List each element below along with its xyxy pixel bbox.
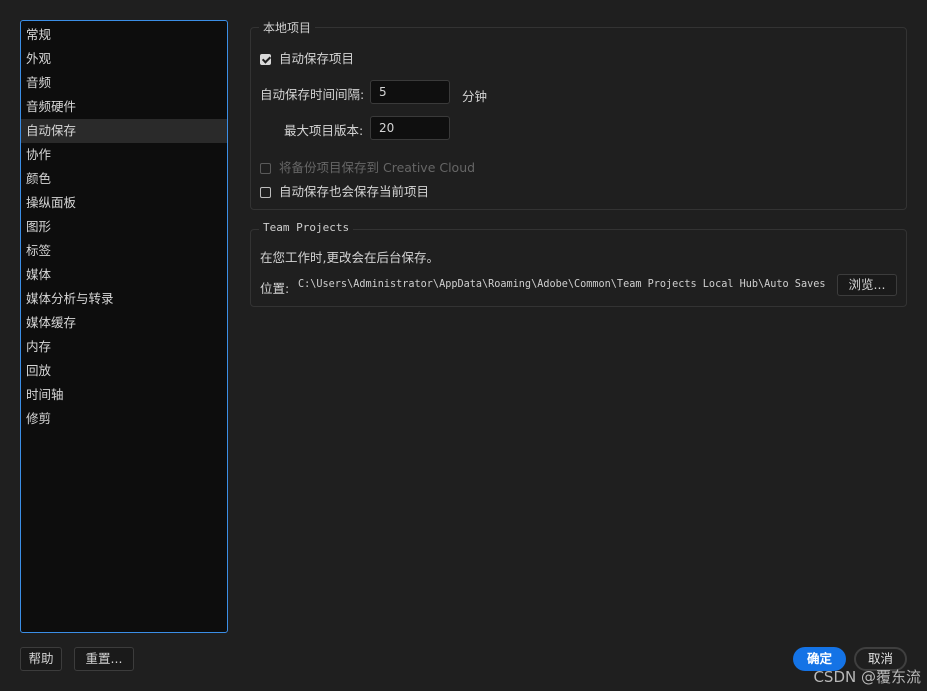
sidebar-item[interactable]: 外观	[21, 47, 227, 71]
sidebar-item[interactable]: 颜色	[21, 167, 227, 191]
max-versions-input[interactable]: 20	[370, 116, 450, 140]
save-current-label: 自动保存也会保存当前项目	[279, 184, 430, 199]
sidebar-item[interactable]: 修剪	[21, 407, 227, 431]
sidebar-item[interactable]: 音频	[21, 71, 227, 95]
interval-label: 自动保存时间间隔:	[260, 87, 365, 102]
help-button[interactable]: 帮助	[20, 647, 62, 671]
location-label: 位置:	[260, 281, 290, 296]
save-current-checkbox[interactable]	[260, 187, 271, 198]
sidebar-item[interactable]: 自动保存	[21, 119, 227, 143]
backup-cc-label: 将备份项目保存到 Creative Cloud	[279, 160, 476, 175]
team-projects-group: Team Projects	[250, 221, 907, 307]
autosave-checkbox[interactable]	[260, 54, 271, 65]
sidebar-item[interactable]: 常规	[21, 23, 227, 47]
location-path: C:\Users\Administrator\AppData\Roaming\A…	[298, 279, 826, 290]
autosave-row[interactable]: 自动保存项目	[260, 48, 354, 67]
sidebar-item[interactable]: 时间轴	[21, 383, 227, 407]
reset-button[interactable]: 重置...	[74, 647, 134, 671]
team-info-text: 在您工作时,更改会在后台保存。	[260, 250, 439, 265]
local-projects-legend: 本地项目	[259, 19, 316, 36]
interval-input[interactable]: 5	[370, 80, 450, 104]
sidebar-item[interactable]: 标签	[21, 239, 227, 263]
sidebar-item[interactable]: 内存	[21, 335, 227, 359]
sidebar-item[interactable]: 回放	[21, 359, 227, 383]
max-versions-label: 最大项目版本:	[284, 123, 364, 138]
preferences-category-list[interactable]: 常规 外观 音频 音频硬件 自动保存 协作 颜色 操纵面板 图形 标签 媒体 媒体分析与转录 媒体缓存内…	[20, 20, 228, 633]
watermark-text: CSDN @覆东流	[813, 668, 921, 686]
sidebar-item[interactable]: 操纵面板	[21, 191, 227, 215]
browse-button[interactable]: 浏览...	[837, 274, 897, 296]
autosave-label: 自动保存项目	[279, 51, 355, 66]
sidebar-item[interactable]: 媒体分析与转录	[21, 287, 227, 311]
backup-cc-row[interactable]: 将备份项目保存到 Creative Cloud	[260, 157, 475, 176]
sidebar-item[interactable]: 媒体缓存	[21, 311, 227, 335]
backup-cc-checkbox[interactable]	[260, 163, 271, 174]
save-current-row[interactable]: 自动保存也会保存当前项目	[260, 181, 429, 200]
sidebar-item[interactable]: 图形	[21, 215, 227, 239]
sidebar-item[interactable]: 媒体	[21, 263, 227, 287]
sidebar-item[interactable]: 协作	[21, 143, 227, 167]
interval-unit: 分钟	[462, 89, 488, 104]
team-projects-legend: Team Projects	[259, 221, 354, 234]
sidebar-item[interactable]: 音频硬件	[21, 95, 227, 119]
